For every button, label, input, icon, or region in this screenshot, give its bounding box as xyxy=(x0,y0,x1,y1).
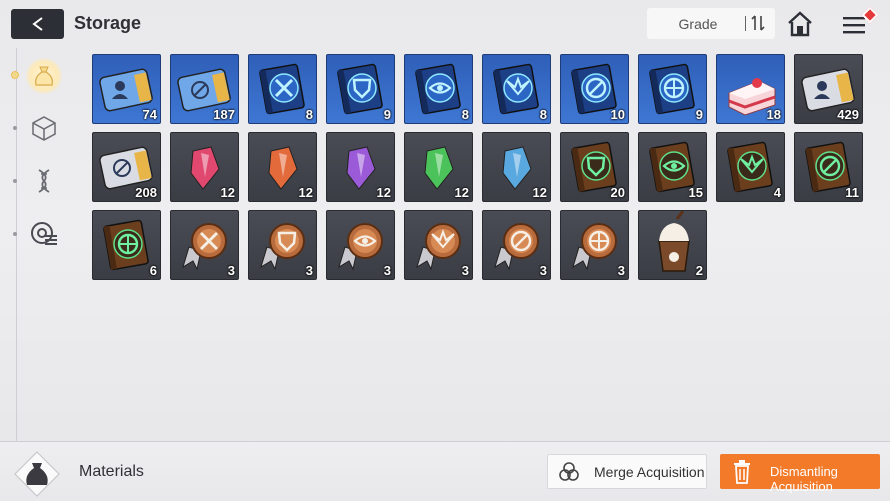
page-title: Storage xyxy=(74,13,142,33)
merge-circles-icon xyxy=(559,462,579,481)
item-count: 18 xyxy=(766,107,781,122)
item-count: 3 xyxy=(383,263,391,278)
item-count: 3 xyxy=(227,263,235,278)
item-count: 9 xyxy=(695,107,703,122)
dismantle-label: Dismantling Acquisition xyxy=(770,464,838,494)
sidebar-dot xyxy=(13,232,17,236)
item-slot[interactable]: 12 xyxy=(248,132,317,202)
sort-label: Grade xyxy=(678,16,718,32)
item-slot[interactable]: 11 xyxy=(794,132,863,202)
item-slot[interactable]: 12 xyxy=(404,132,473,202)
item-count: 3 xyxy=(461,263,469,278)
merge-label: Merge Acquisition xyxy=(594,464,705,480)
trash-icon xyxy=(734,460,750,484)
home-icon[interactable] xyxy=(786,10,814,38)
dismantling-acquisition-button[interactable]: Dismantling Acquisition xyxy=(720,454,880,494)
item-slot[interactable]: 15 xyxy=(638,132,707,202)
item-count: 12 xyxy=(532,185,547,200)
item-count: 8 xyxy=(539,107,547,122)
item-slot[interactable]: 429 xyxy=(794,54,863,124)
item-slot[interactable]: 8 xyxy=(404,54,473,124)
materials-bag-icon xyxy=(14,451,60,497)
item-slot[interactable]: 74 xyxy=(92,54,161,124)
item-count: 3 xyxy=(539,263,547,278)
item-slot[interactable]: 8 xyxy=(482,54,551,124)
sidebar-item-cube[interactable] xyxy=(26,110,62,146)
dna-helix-icon xyxy=(38,169,50,193)
item-slot[interactable]: 3 xyxy=(404,210,473,280)
item-slot[interactable]: 187 xyxy=(170,54,239,124)
item-count: 3 xyxy=(305,263,313,278)
item-count: 208 xyxy=(135,185,157,200)
item-count: 4 xyxy=(773,185,781,200)
item-count: 10 xyxy=(610,107,625,122)
chevron-left-icon xyxy=(31,17,43,31)
item-count: 11 xyxy=(845,185,859,200)
item-slot[interactable]: 20 xyxy=(560,132,629,202)
item-slot[interactable]: 3 xyxy=(560,210,629,280)
item-count: 187 xyxy=(213,107,235,122)
item-slot[interactable]: 9 xyxy=(638,54,707,124)
item-count: 12 xyxy=(454,185,469,200)
materials-bag-icon xyxy=(35,66,53,86)
item-grid: 74 187 8 9 8 8 10 9 18 429 208 12 12 12 12 12 20 15 4 11 6 3 3… xyxy=(92,54,863,280)
sidebar-dot-active xyxy=(11,71,19,79)
sidebar-track xyxy=(16,48,17,443)
merge-acquisition-button[interactable]: Merge Acquisition xyxy=(547,454,707,489)
item-slot[interactable]: 8 xyxy=(248,54,317,124)
back-button[interactable] xyxy=(11,9,64,39)
item-count: 8 xyxy=(305,107,313,122)
item-slot[interactable]: 12 xyxy=(326,132,395,202)
item-count: 12 xyxy=(376,185,391,200)
sidebar-item-disc[interactable] xyxy=(26,216,62,252)
item-count: 6 xyxy=(149,263,157,278)
item-slot[interactable]: 3 xyxy=(482,210,551,280)
item-count: 3 xyxy=(617,263,625,278)
item-slot[interactable]: 2 xyxy=(638,210,707,280)
item-slot[interactable]: 6 xyxy=(92,210,161,280)
item-slot[interactable]: 3 xyxy=(326,210,395,280)
item-slot[interactable]: 9 xyxy=(326,54,395,124)
item-count: 9 xyxy=(383,107,391,122)
hamburger-menu-icon[interactable] xyxy=(840,6,879,39)
cube-icon xyxy=(32,116,56,141)
item-slot[interactable]: 12 xyxy=(482,132,551,202)
sort-arrows-icon xyxy=(751,15,765,31)
item-slot[interactable]: 208 xyxy=(92,132,161,202)
item-slot[interactable]: 12 xyxy=(170,132,239,202)
disc-list-icon xyxy=(31,222,57,245)
item-count: 74 xyxy=(142,107,157,122)
sidebar-item-materials[interactable] xyxy=(26,58,62,94)
item-count: 8 xyxy=(461,107,469,122)
sidebar-dot xyxy=(13,179,17,183)
item-count: 12 xyxy=(298,185,313,200)
category-label: Materials xyxy=(79,463,144,480)
item-slot[interactable]: 3 xyxy=(248,210,317,280)
sidebar-item-dna[interactable] xyxy=(26,163,62,199)
item-count: 20 xyxy=(610,185,625,200)
sidebar-dot xyxy=(13,126,17,130)
item-slot[interactable]: 18 xyxy=(716,54,785,124)
sort-divider xyxy=(745,16,746,31)
item-count: 15 xyxy=(688,185,703,200)
item-slot[interactable]: 10 xyxy=(560,54,629,124)
item-slot[interactable]: 4 xyxy=(716,132,785,202)
item-count: 12 xyxy=(220,185,235,200)
item-slot[interactable]: 3 xyxy=(170,210,239,280)
item-count: 429 xyxy=(837,107,859,122)
sort-grade-button[interactable]: Grade xyxy=(647,8,775,39)
item-count: 2 xyxy=(695,263,703,278)
